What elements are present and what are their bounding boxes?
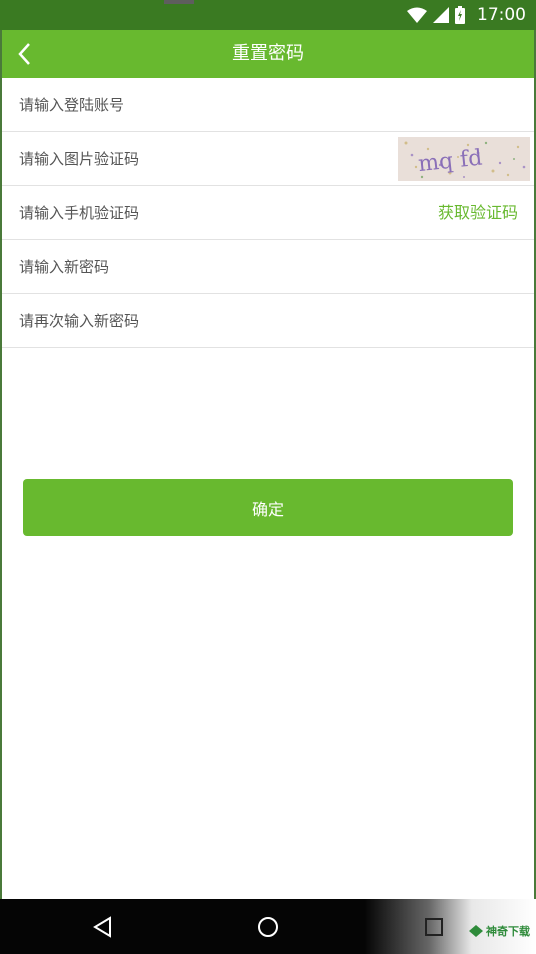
circle-home-icon [258,916,278,937]
status-time: 17:00 [477,5,526,25]
new-password-input[interactable] [0,240,389,293]
phone-code-row: 获取验证码 [0,186,536,240]
nav-back-button[interactable] [74,899,130,954]
wifi-icon [407,7,427,23]
page-title: 重置密码 [232,43,304,64]
captcha-image[interactable]: mq fd [398,137,530,181]
square-recents-icon [425,917,443,936]
app-bar: 重置密码 [0,30,536,78]
phone-code-input[interactable] [0,186,389,239]
confirm-button[interactable]: 确定 [23,479,513,536]
confirm-password-input[interactable] [0,294,389,347]
image-code-input[interactable] [0,132,389,185]
navigation-bar: 神奇下载 [0,899,536,954]
watermark-logo-icon [469,925,483,937]
nav-home-button[interactable] [240,899,296,954]
account-row [0,78,536,132]
watermark: 神奇下载 [469,923,530,939]
status-bar: 17:00 [0,0,536,30]
image-code-row: mq fd [0,132,536,186]
new-password-row [0,240,536,294]
watermark-text: 神奇下载 [486,925,530,938]
confirm-password-row [0,294,536,348]
triangle-back-icon [93,915,111,938]
signal-icon [433,7,449,23]
nav-recents-button[interactable] [406,899,462,954]
account-input[interactable] [0,78,389,131]
battery-icon [455,6,465,24]
get-code-button[interactable]: 获取验证码 [438,186,518,239]
captcha-graphic: mq fd [398,137,530,181]
reset-form: mq fd 获取验证码 [0,78,536,348]
